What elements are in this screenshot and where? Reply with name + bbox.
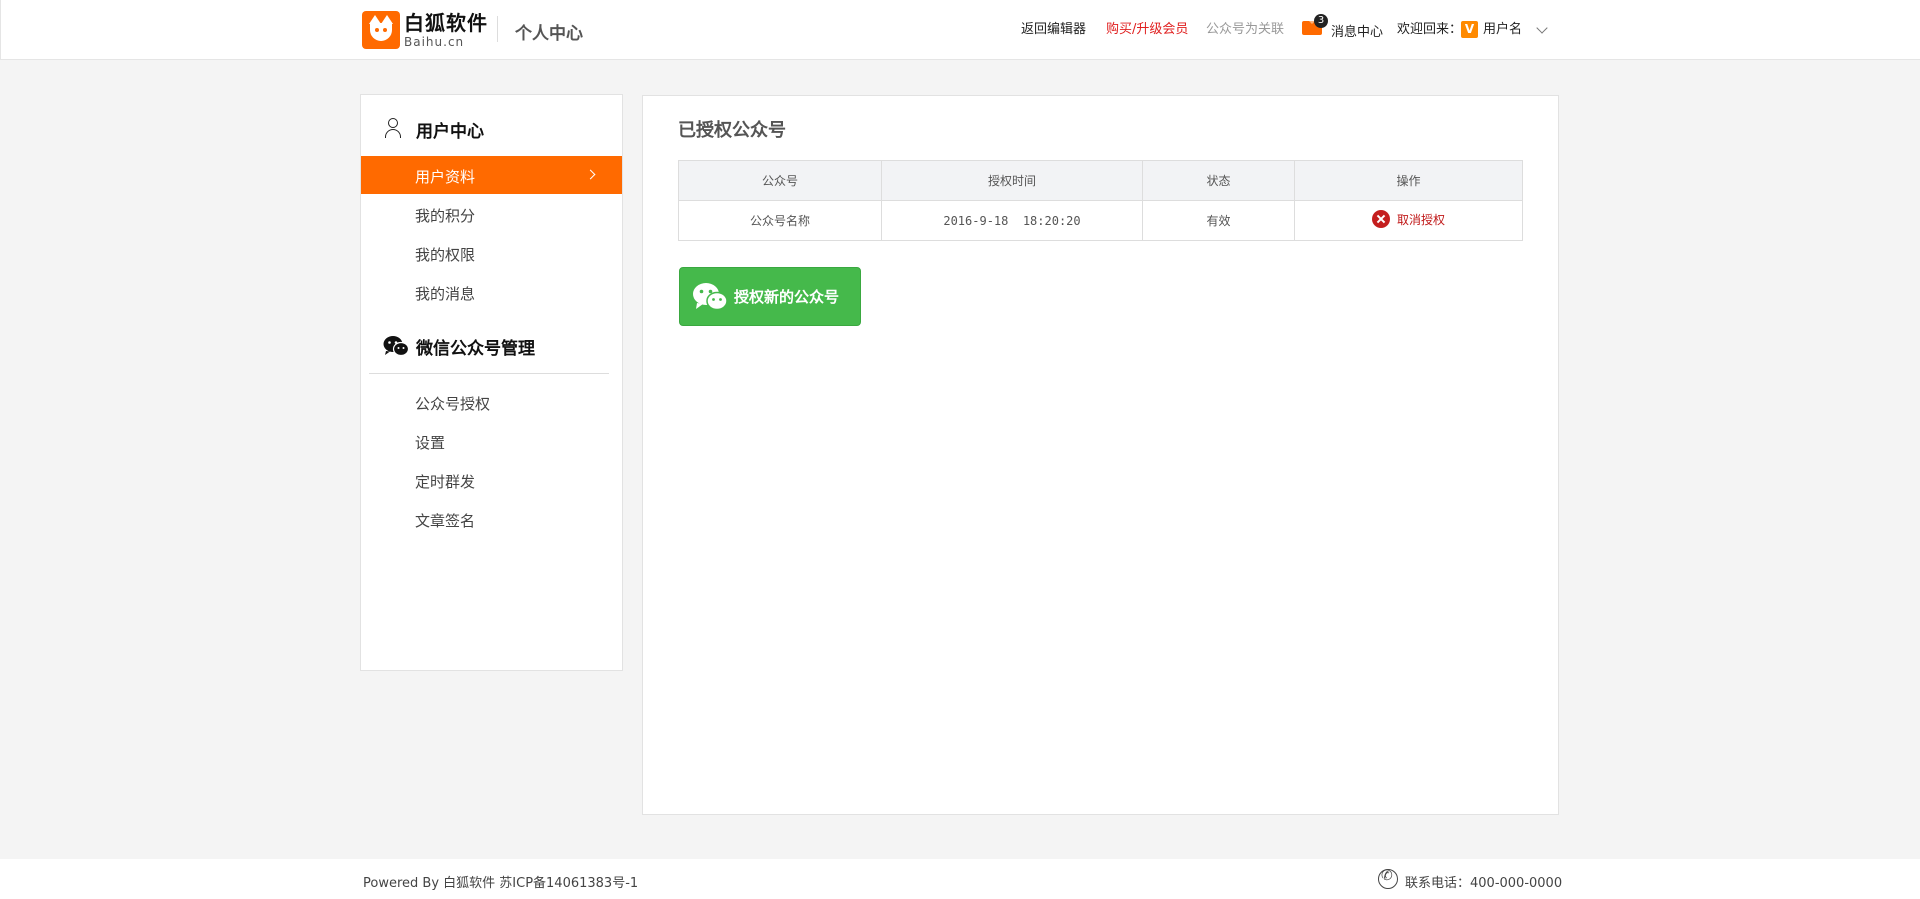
sidebar-item-settings[interactable]: 设置	[361, 422, 622, 460]
sidebar-item-label: 公众号授权	[415, 395, 491, 413]
logo-domain: Baihu.cn	[404, 34, 465, 49]
sidebar-item-label: 文章签名	[415, 512, 476, 530]
status-cell: 有效	[1142, 200, 1295, 241]
username[interactable]: 用户名	[1483, 21, 1522, 39]
chevron-right-icon	[585, 169, 596, 180]
phone-icon	[1378, 868, 1398, 889]
user-center-title: 用户中心	[416, 122, 484, 142]
sidebar-item-authorize[interactable]: 公众号授权	[361, 383, 622, 421]
sidebar-item-permissions[interactable]: 我的权限	[361, 234, 622, 272]
cancel-authorization-label: 取消授权	[1396, 212, 1445, 227]
close-circle-icon	[1371, 210, 1390, 228]
sidebar-item-label: 我的消息	[415, 285, 476, 303]
sidebar-item-messages[interactable]: 我的消息	[361, 273, 622, 311]
sidebar-item-points[interactable]: 我的积分	[361, 195, 622, 233]
user-center-section: 用户中心	[361, 108, 622, 148]
logo-name: 白狐软件	[404, 10, 488, 35]
message-center-label: 消息中心	[1331, 25, 1384, 40]
auth-time-cell: 2016-9-18 18:20:20	[881, 200, 1143, 241]
sidebar-item-scheduled[interactable]: 定时群发	[361, 461, 622, 499]
sidebar-item-label: 定时群发	[415, 473, 476, 491]
sidebar-item-profile[interactable]: 用户资料	[361, 156, 622, 194]
authorize-new-account-button[interactable]: 授权新的公众号	[679, 267, 861, 326]
column-header: 授权时间	[881, 160, 1143, 201]
wechat-icon	[693, 282, 728, 310]
authorize-new-label: 授权新的公众号	[734, 289, 840, 306]
action-cell: 取消授权	[1294, 200, 1523, 241]
message-center-button[interactable]: 3 消息中心	[1301, 14, 1387, 42]
sidebar-item-label: 用户资料	[415, 168, 476, 186]
user-icon	[384, 118, 402, 138]
table-row: 公众号名称 2016-9-18 18:20:20 有效 取消授权	[678, 200, 1523, 241]
sidebar-item-label: 设置	[415, 434, 446, 452]
wechat-unlinked-link[interactable]: 公众号为关联	[1206, 21, 1284, 39]
brand-logo[interactable]: 白狐软件 Baihu.cn	[362, 10, 488, 50]
column-header: 公众号	[678, 160, 882, 201]
column-header: 状态	[1142, 160, 1295, 201]
chevron-down-icon[interactable]	[1536, 22, 1548, 34]
page-title: 个人中心	[515, 24, 583, 44]
wechat-icon	[383, 336, 409, 357]
footer: Powered By 白狐软件 苏ICP备14061383号-1 联系电话：40…	[0, 859, 1920, 899]
header-divider	[497, 16, 498, 42]
fox-logo-icon	[362, 11, 400, 49]
wechat-section: 微信公众号管理	[361, 325, 622, 365]
cancel-authorization-button[interactable]: 取消授权	[1371, 210, 1445, 228]
message-count-badge: 3	[1314, 14, 1328, 28]
back-to-editor-link[interactable]: 返回编辑器	[1021, 21, 1086, 39]
sidebar: 用户中心 用户资料 我的积分 我的权限 我的消息 微信公众号管理 公众号授权 设…	[360, 94, 623, 671]
column-header: 操作	[1294, 160, 1523, 201]
authorized-accounts-table: 公众号 授权时间 状态 操作 公众号名称 2016-9-18 18:20:20 …	[678, 160, 1523, 241]
sidebar-item-label: 我的权限	[415, 246, 476, 264]
table-header-row: 公众号 授权时间 状态 操作	[678, 160, 1523, 201]
welcome-text: 欢迎回来：	[1397, 22, 1463, 37]
section-title: 已授权公众号	[678, 120, 786, 141]
sidebar-item-signature[interactable]: 文章签名	[361, 500, 622, 538]
footer-copyright: Powered By 白狐软件 苏ICP备14061383号-1	[363, 876, 639, 891]
buy-upgrade-link[interactable]: 购买/升级会员	[1106, 21, 1188, 39]
section-divider	[369, 373, 609, 374]
account-name-cell: 公众号名称	[678, 200, 882, 241]
top-header: 白狐软件 Baihu.cn 个人中心 返回编辑器 购买/升级会员 公众号为关联 …	[0, 0, 1920, 60]
wechat-management-title: 微信公众号管理	[416, 339, 535, 359]
vip-icon: V	[1461, 21, 1478, 38]
footer-contact-phone: 联系电话：400-000-0000	[1405, 876, 1563, 891]
sidebar-item-label: 我的积分	[415, 207, 476, 225]
main-panel: 已授权公众号 公众号 授权时间 状态 操作 公众号名称 2016-9-18 18…	[642, 95, 1559, 815]
